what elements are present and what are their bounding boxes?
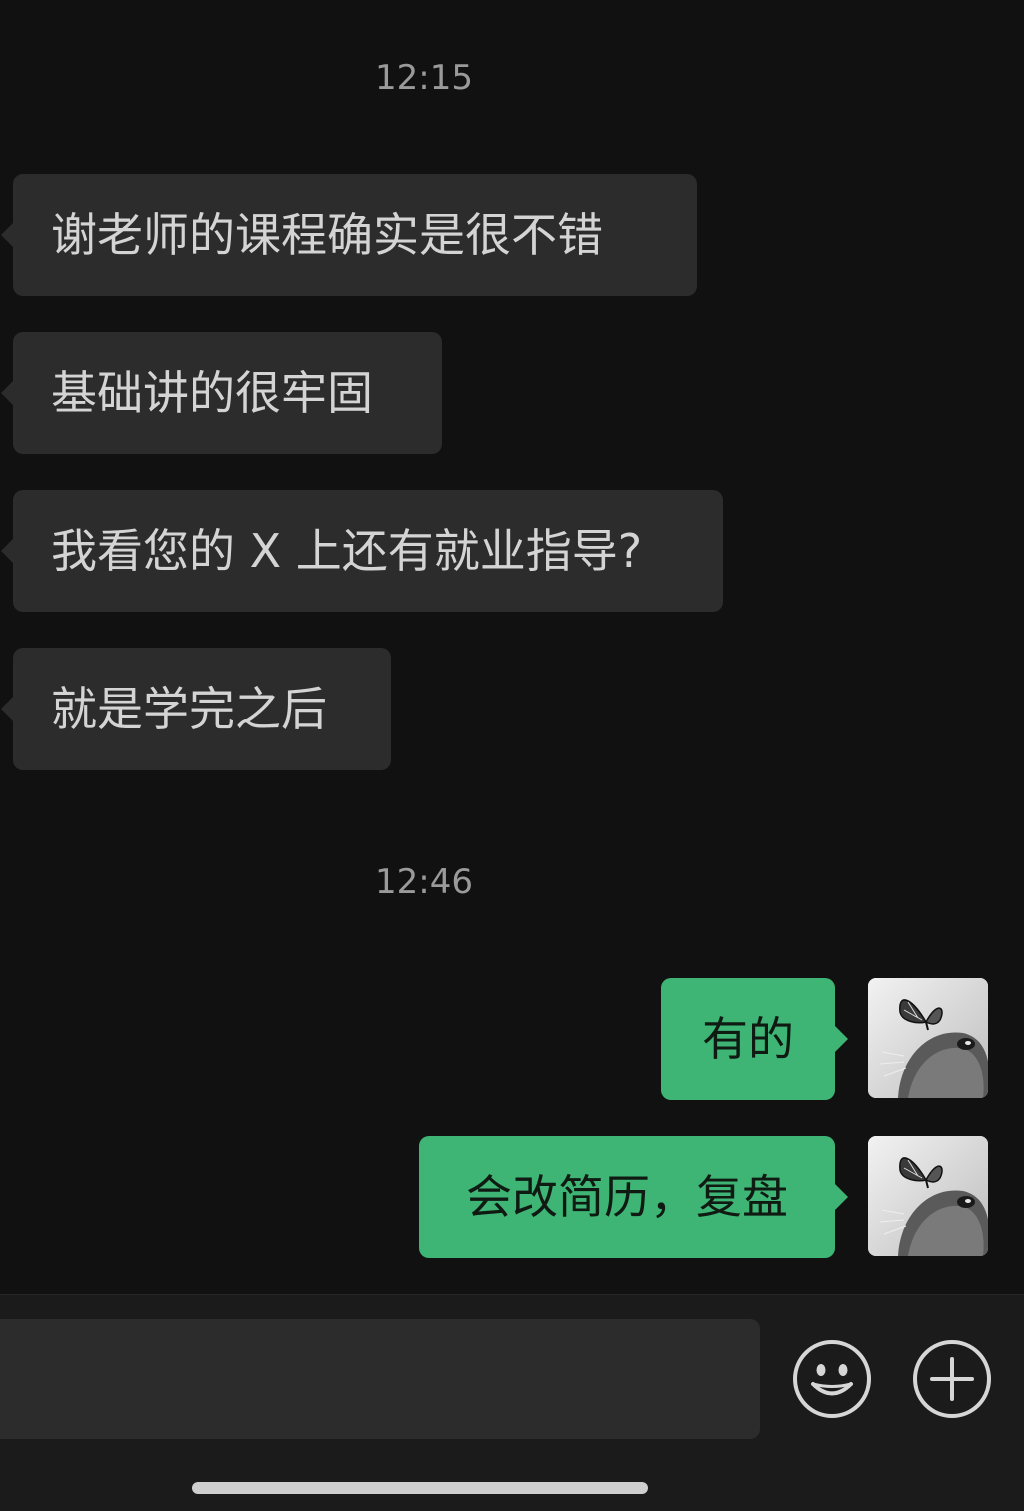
incoming-message[interactable]: 就是学完之后 xyxy=(1,648,391,770)
avatar[interactable] xyxy=(868,978,988,1098)
message-input[interactable] xyxy=(0,1319,760,1439)
incoming-message[interactable]: 基础讲的很牢固 xyxy=(1,332,442,454)
outgoing-message[interactable]: 有的 xyxy=(661,978,848,1100)
chat-screen: 12:15 谢老师的课程确实是很不错 基础讲的很牢固 我看您的 X 上还有就业指… xyxy=(0,0,1024,1511)
incoming-message[interactable]: 我看您的 X 上还有就业指导? xyxy=(1,490,723,612)
incoming-message[interactable]: 谢老师的课程确实是很不错 xyxy=(1,174,697,296)
plus-circle-icon xyxy=(913,1340,991,1418)
more-button[interactable] xyxy=(912,1339,992,1419)
timestamp: 12:46 xyxy=(375,862,473,902)
emoji-button[interactable] xyxy=(792,1339,872,1419)
outgoing-message[interactable]: 会改简历，复盘 xyxy=(419,1136,848,1258)
cat-butterfly-avatar-image xyxy=(868,1136,988,1256)
avatar[interactable] xyxy=(868,1136,988,1256)
cat-butterfly-avatar-image xyxy=(868,978,988,1098)
home-indicator[interactable] xyxy=(192,1482,648,1494)
timestamp: 12:15 xyxy=(375,58,473,98)
smiley-face-icon xyxy=(793,1340,871,1418)
